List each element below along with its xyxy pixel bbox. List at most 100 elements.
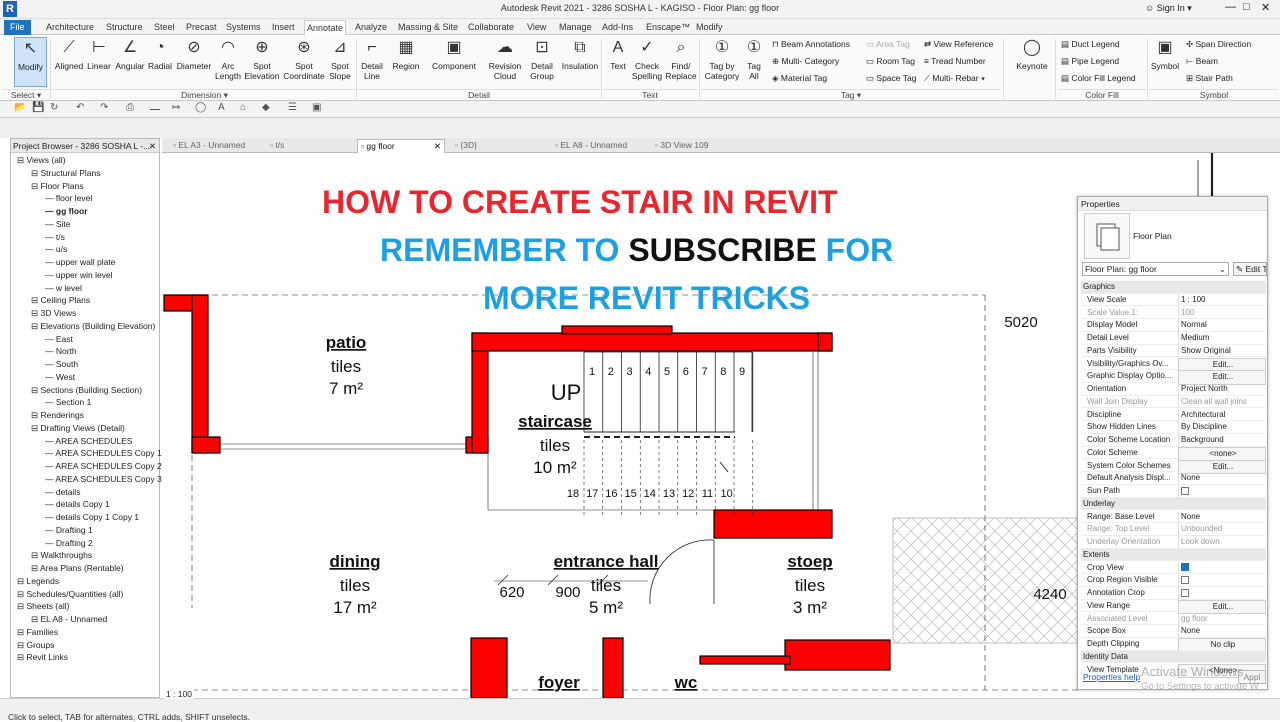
checkbox[interactable] <box>1181 486 1189 495</box>
browser-item[interactable]: — West <box>45 372 75 382</box>
expand-toggle-icon[interactable]: ⊟ <box>31 563 40 573</box>
ribbon-tab-analyze[interactable]: Analyze <box>353 20 389 35</box>
dimension-group-label[interactable]: Dimension ▾ <box>52 89 357 100</box>
property-value[interactable]: Project North <box>1178 383 1266 396</box>
angular-button[interactable]: ∠ Angular <box>114 37 146 71</box>
browser-item[interactable]: — floor level <box>45 193 92 203</box>
browser-item[interactable]: — Drafting 2 <box>45 538 93 548</box>
checkbox[interactable] <box>1181 588 1189 597</box>
text-button[interactable]: A Text <box>606 37 630 71</box>
browser-item[interactable]: — upper win level <box>45 270 113 280</box>
browser-item[interactable]: ⊟ Revit Links <box>17 652 68 663</box>
tag-by-category-button[interactable]: ① Tag by Category <box>703 37 741 81</box>
modify-button[interactable]: ↖ Modify <box>14 37 47 87</box>
property-value[interactable]: Architectural <box>1178 408 1266 422</box>
browser-item[interactable]: ⊟ Legends <box>17 576 59 587</box>
browser-item[interactable]: ⊟ Sheets (all) <box>17 601 69 612</box>
property-value[interactable]: Medium <box>1178 332 1266 345</box>
property-value[interactable]: None <box>1178 625 1266 638</box>
redo-icon[interactable]: ↷ <box>100 102 108 113</box>
spot-elevation-button[interactable]: ⊕ Spot Elevation <box>244 37 280 81</box>
browser-item[interactable]: — details Copy 1 <box>45 499 110 509</box>
browser-item[interactable]: ⊟ Drafting Views (Detail) <box>31 423 125 434</box>
view-tab[interactable]: ▫ EL A3 - Unnamed <box>170 139 265 153</box>
ribbon-tab-annotate[interactable]: Annotate <box>304 20 347 35</box>
check-spelling-button[interactable]: ✓ Check Spelling <box>630 37 664 81</box>
browser-item[interactable]: ⊟ Ceiling Plans <box>31 295 90 306</box>
view-tab[interactable]: ▫ {3D} <box>452 139 542 153</box>
browser-item[interactable]: ⊟ Walkthroughs <box>31 550 92 561</box>
aligned-button[interactable]: ⟋ Aligned <box>54 37 84 71</box>
browser-item[interactable]: — details <box>45 487 80 497</box>
ribbon-tab-precast[interactable]: Precast <box>184 20 219 35</box>
detail-group-button[interactable]: ⊡ Detail Group <box>527 37 557 81</box>
browser-item[interactable]: ⊟ Area Plans (Rentable) <box>31 563 124 574</box>
close-button[interactable]: ✕ <box>1261 1 1270 14</box>
browser-item[interactable]: — Site <box>45 219 71 229</box>
tag-icon[interactable]: ◯ <box>195 102 206 113</box>
ribbon-small-item[interactable]: ▭ Area Tag <box>866 39 910 50</box>
ribbon-tab-view[interactable]: View <box>525 20 548 35</box>
browser-item[interactable]: ⊟ 3D Views <box>31 308 76 319</box>
thin-lines-icon[interactable]: ☰ <box>288 102 297 113</box>
aligned-dimension-icon[interactable]: ↦ <box>172 102 180 113</box>
sign-in-link[interactable]: ☺ Sign In ▾ <box>1145 3 1192 14</box>
ribbon-tab-insert[interactable]: Insert <box>270 20 297 35</box>
browser-item[interactable]: — South <box>45 359 78 369</box>
browser-item[interactable]: ⊟ Floor Plans <box>31 181 83 192</box>
minimize-button[interactable]: — <box>1225 1 1236 13</box>
browser-item[interactable]: ⊟ Renderings <box>31 410 84 421</box>
property-row[interactable]: Underlay <box>1081 497 1266 511</box>
ribbon-small-item[interactable]: ⇄ View Reference <box>924 39 993 50</box>
switch-windows-icon[interactable]: ▣ <box>312 102 321 113</box>
browser-item[interactable]: ⊟ Structural Plans <box>31 168 100 179</box>
ribbon-small-item[interactable]: ⊢ Beam <box>1186 56 1218 67</box>
ribbon-small-item[interactable]: ≡ Tread Number <box>924 56 986 66</box>
instance-selector[interactable]: Floor Plan: gg floor ⌄ <box>1082 262 1229 276</box>
browser-item[interactable]: — Drafting 1 <box>45 525 93 535</box>
property-row[interactable]: Graphics <box>1081 281 1266 294</box>
browser-item[interactable]: ⊟ Families <box>17 627 58 638</box>
browser-item[interactable]: ⊟ Groups <box>17 640 54 651</box>
undo-icon[interactable]: ↶ <box>76 102 84 113</box>
ribbon-tab-architecture[interactable]: Architecture <box>44 20 96 35</box>
section-icon[interactable]: ◆ <box>262 102 270 113</box>
browser-item[interactable]: — East <box>45 334 73 344</box>
view-tab[interactable]: ▫ gg floor ✕ <box>357 139 445 153</box>
checkbox[interactable] <box>1181 576 1189 585</box>
ribbon-tab-modify[interactable]: Modify <box>694 20 725 35</box>
browser-item[interactable]: — gg floor <box>45 206 88 216</box>
select-group-label[interactable]: Select ▾ <box>2 89 50 100</box>
property-value[interactable]: Background <box>1178 434 1266 447</box>
ribbon-tab-steel[interactable]: Steel <box>152 20 177 35</box>
browser-item[interactable]: — details Copy 1 Copy 1 <box>45 512 139 522</box>
tag-all-button[interactable]: ① Tag All <box>742 37 766 81</box>
symbol-button[interactable]: ▣ Symbol <box>1148 37 1182 71</box>
property-value[interactable]: Normal <box>1178 319 1266 332</box>
ribbon-tab-structure[interactable]: Structure <box>104 20 145 35</box>
ribbon-small-item[interactable]: ▤ Pipe Legend <box>1061 56 1119 67</box>
ribbon-small-item[interactable]: ◈ Material Tag <box>772 73 827 84</box>
ribbon-tab-enscape-[interactable]: Enscape™ <box>644 20 692 35</box>
ribbon-tab-collaborate[interactable]: Collaborate <box>466 20 516 35</box>
component-button[interactable]: ▣ Component <box>430 37 478 71</box>
ribbon-tab-file[interactable]: File <box>4 20 31 35</box>
save-icon[interactable]: 💾 <box>32 102 44 113</box>
ribbon-tab-systems[interactable]: Systems <box>224 20 263 35</box>
view-scale-control[interactable]: 1 : 100 <box>164 689 194 699</box>
ribbon-small-item[interactable]: ⊞ Stair Path <box>1186 73 1233 84</box>
browser-item[interactable]: — North <box>45 346 77 356</box>
ribbon-small-item[interactable]: ▤ Color Fill Legend <box>1061 73 1136 84</box>
property-value[interactable]: None <box>1178 472 1266 485</box>
find-replace-button[interactable]: ⌕ Find/ Replace <box>664 37 698 81</box>
properties-help-link[interactable]: Properties help <box>1083 672 1140 682</box>
3d-view-icon[interactable]: ⌂ <box>240 102 246 113</box>
browser-item[interactable]: — w level <box>45 283 82 293</box>
browser-item[interactable]: ⊟ Schedules/Quantities (all) <box>17 589 123 600</box>
ribbon-small-item[interactable]: ⊕ Multi- Category <box>772 56 839 67</box>
property-value[interactable]: Show Original <box>1178 344 1266 358</box>
maximize-button[interactable]: □ <box>1243 1 1250 13</box>
detail-line-button[interactable]: ⌐ Detail Line <box>358 37 386 81</box>
keynote-button[interactable]: ◯ Keynote <box>1013 37 1051 71</box>
browser-item[interactable]: — u/s <box>45 244 67 254</box>
